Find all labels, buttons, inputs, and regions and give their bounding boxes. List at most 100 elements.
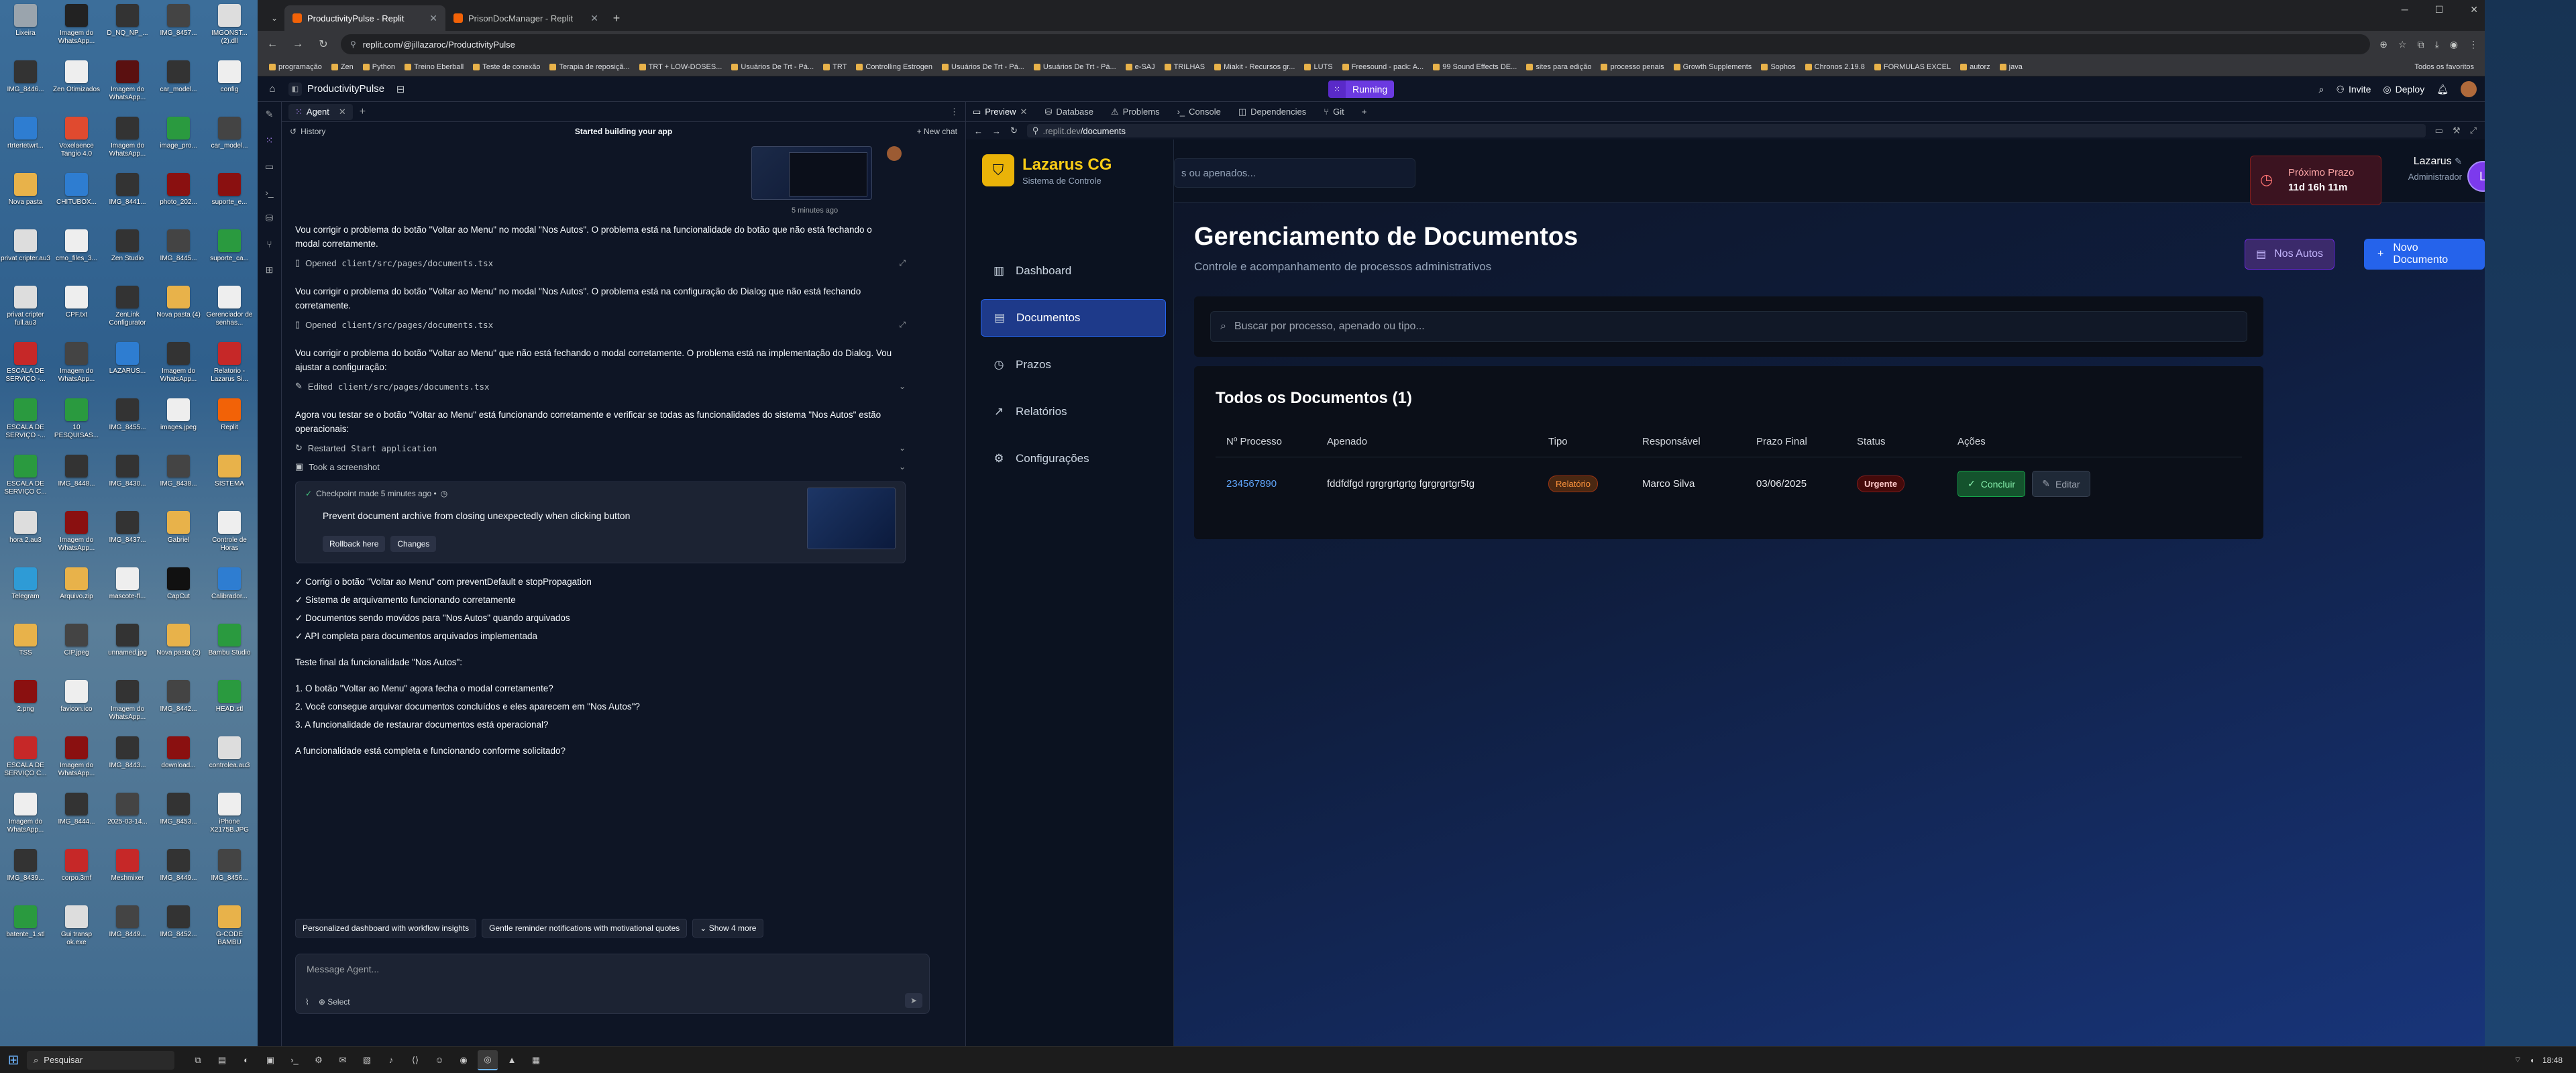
desktop-icon[interactable]: IMG_8443... <box>102 736 153 790</box>
desktop-icon[interactable]: Voxelaence Tangio 4.0 <box>51 117 102 170</box>
all-tools-icon[interactable]: ⊞ <box>266 264 274 276</box>
all-bookmarks[interactable]: Todos os favoritos <box>2410 63 2478 71</box>
desktop-icon[interactable]: IMG_8437... <box>102 511 153 565</box>
desktop-icon[interactable]: unnamed.jpg <box>102 624 153 677</box>
desktop-icon[interactable]: image_pro... <box>153 117 204 170</box>
desktop-icon[interactable]: Gerenciador de senhas... <box>204 286 255 339</box>
desktop-icon[interactable]: 10 PESQUISAS... <box>51 398 102 452</box>
desktop-icon[interactable]: Gabriel <box>153 511 204 565</box>
tab-search-icon[interactable]: ⌄ <box>264 5 284 31</box>
desktop-icon[interactable]: IMG_8439... <box>0 849 51 903</box>
suggestion-chip[interactable]: Personalized dashboard with workflow ins… <box>295 919 477 938</box>
bookmark-item[interactable]: TRT + LOW-DOSES... <box>635 63 727 71</box>
bookmark-item[interactable]: Zen <box>327 63 358 71</box>
desktop-icon[interactable]: ZenLink Configurator <box>102 286 153 339</box>
desktop-icon[interactable]: 2.png <box>0 680 51 734</box>
desktop-icon[interactable]: Controle de Horas <box>204 511 255 565</box>
bookmark-item[interactable]: Usuários De Trt - Pá... <box>937 63 1029 71</box>
file-explorer-icon[interactable]: ▤ <box>212 1050 232 1070</box>
tab-agent[interactable]: ⁙ Agent ✕ <box>288 103 353 120</box>
home-icon[interactable]: ⌂ <box>266 83 279 95</box>
desktop-icon[interactable]: batente_1.stl <box>0 905 51 959</box>
back-icon[interactable]: ← <box>264 38 280 50</box>
photos-icon[interactable]: ▧ <box>357 1050 377 1070</box>
tab-git[interactable]: ⑂ Git <box>1324 107 1344 117</box>
desktop-icon[interactable]: Nova pasta (4) <box>153 286 204 339</box>
menu-icon[interactable]: ⋮ <box>2469 39 2478 50</box>
desktop-icon[interactable]: Gui transp ok.exe <box>51 905 102 959</box>
process-number[interactable]: 234567890 <box>1216 457 1316 511</box>
file-action[interactable]: ▯ Opened client/src/pages/documents.tsx … <box>295 258 906 268</box>
store-icon[interactable]: ▣ <box>260 1050 280 1070</box>
desktop-icon[interactable]: suporte_ca... <box>204 229 255 283</box>
desktop-icon[interactable]: Zen Otimizados <box>51 60 102 114</box>
taskbar-search[interactable]: ⌕ Pesquisar <box>27 1050 174 1070</box>
nav-item-dashboard[interactable]: ▥ Dashboard <box>981 252 1166 290</box>
devices-icon[interactable]: ▭ <box>2435 125 2443 136</box>
chevron-down-icon[interactable]: ⌄ <box>899 443 906 453</box>
expand-icon[interactable]: ⤢ <box>899 320 906 330</box>
site-info-icon[interactable]: ⚲ <box>350 40 356 49</box>
desktop-icon[interactable]: download... <box>153 736 204 790</box>
new-chat-button[interactable]: + New chat <box>917 127 957 136</box>
nav-item-configurações[interactable]: ⚙ Configurações <box>981 440 1166 477</box>
desktop-icon[interactable]: suporte_e... <box>204 173 255 227</box>
desktop-icon[interactable]: Nova pasta (2) <box>153 624 204 677</box>
spotify-icon[interactable]: ◉ <box>453 1050 474 1070</box>
desktop-icon[interactable]: Relatorio - Lazarus Si... <box>204 342 255 396</box>
desktop-icon[interactable]: IMG_8441... <box>102 173 153 227</box>
bookmark-star-icon[interactable]: ☆ <box>2398 39 2407 50</box>
desktop-icon[interactable]: CHITUBOX... <box>51 173 102 227</box>
app-icon[interactable]: ▦ <box>526 1050 546 1070</box>
tab-productivitypulse[interactable]: ProductivityPulse - Replit ✕ <box>284 5 445 31</box>
bookmark-item[interactable]: TRT <box>818 63 851 71</box>
desktop-icon[interactable]: controlea.au3 <box>204 736 255 790</box>
deploy-button[interactable]: ◎ Deploy <box>2383 84 2424 95</box>
chevron-down-icon[interactable]: ⌄ <box>899 462 906 471</box>
agent-composer[interactable]: Message Agent... ⌇ ⊕ Select ➤ <box>295 954 930 1014</box>
close-window-icon[interactable]: ✕ <box>2470 4 2478 15</box>
desktop-icon[interactable]: IMG_8445... <box>153 229 204 283</box>
desktop-icon[interactable]: LAZARUS... <box>102 342 153 396</box>
nav-item-prazos[interactable]: ◷ Prazos <box>981 346 1166 384</box>
chevron-down-icon[interactable]: ⌄ <box>899 382 906 391</box>
tab-prisondocmanager[interactable]: PrisonDocManager - Replit ✕ <box>445 5 606 31</box>
clock[interactable]: 18:48 <box>2542 1056 2563 1065</box>
zoom-icon[interactable]: ⊕ <box>2379 39 2387 50</box>
discord-icon[interactable]: ☺ <box>429 1050 449 1070</box>
desktop-icon[interactable]: rtrtertetwrt... <box>0 117 51 170</box>
bookmark-item[interactable]: Sophos <box>1756 63 1800 71</box>
agent-tool-icon[interactable]: ⁙ <box>266 135 274 146</box>
desktop-icon[interactable]: IMG_8442... <box>153 680 204 734</box>
network-icon[interactable]: ⌔ <box>2514 1055 2521 1065</box>
rollback-button[interactable]: Rollback here <box>323 536 386 552</box>
bookmark-item[interactable]: Controlling Estrogen <box>851 63 937 71</box>
desktop-icon[interactable]: cmo_files_3... <box>51 229 102 283</box>
tab-preview[interactable]: ▭ Preview ✕ <box>973 107 1027 117</box>
repl-title[interactable]: ◧ ProductivityPulse <box>288 82 384 96</box>
git-tool-icon[interactable]: ⑂ <box>266 239 272 249</box>
start-icon[interactable]: ⊞ <box>0 1047 27 1073</box>
restart-action[interactable]: ↻ Restarted Start application ⌄ <box>295 443 906 453</box>
desktop-icon[interactable]: Imagem do WhatsApp... <box>102 680 153 734</box>
file-action[interactable]: ✎ Edited client/src/pages/documents.tsx … <box>295 381 906 392</box>
desktop-icon[interactable]: Imagem do WhatsApp... <box>51 736 102 790</box>
tab-problems[interactable]: ⚠ Problems <box>1111 107 1160 117</box>
vscode-icon[interactable]: ⟨⟩ <box>405 1050 425 1070</box>
bookmark-item[interactable]: Python <box>358 63 400 71</box>
desktop-icon[interactable]: HEAD.stl <box>204 680 255 734</box>
history-button[interactable]: ↺ History <box>290 127 325 136</box>
volume-icon[interactable]: ◖ <box>2530 1056 2534 1065</box>
layout-icon[interactable]: ⊟ <box>394 83 407 95</box>
document-search-input[interactable]: ⌕ Buscar por processo, apenado ou tipo..… <box>1210 311 2247 342</box>
nav-item-documentos[interactable]: ▤ Documentos <box>981 299 1166 337</box>
conclude-button[interactable]: ✓ Concluir <box>1957 471 2026 497</box>
forward-icon[interactable]: → <box>992 126 1001 136</box>
changes-button[interactable]: Changes <box>390 536 437 552</box>
bookmark-item[interactable]: autorz <box>1955 63 1995 71</box>
desktop-icon[interactable]: ESCALA DE SERVIÇO -... <box>0 398 51 452</box>
desktop-icon[interactable]: IMG_8438... <box>153 455 204 508</box>
new-tab-button[interactable]: + <box>606 5 627 31</box>
mail-icon[interactable]: ✉ <box>333 1050 353 1070</box>
send-icon[interactable]: ➤ <box>905 993 922 1008</box>
